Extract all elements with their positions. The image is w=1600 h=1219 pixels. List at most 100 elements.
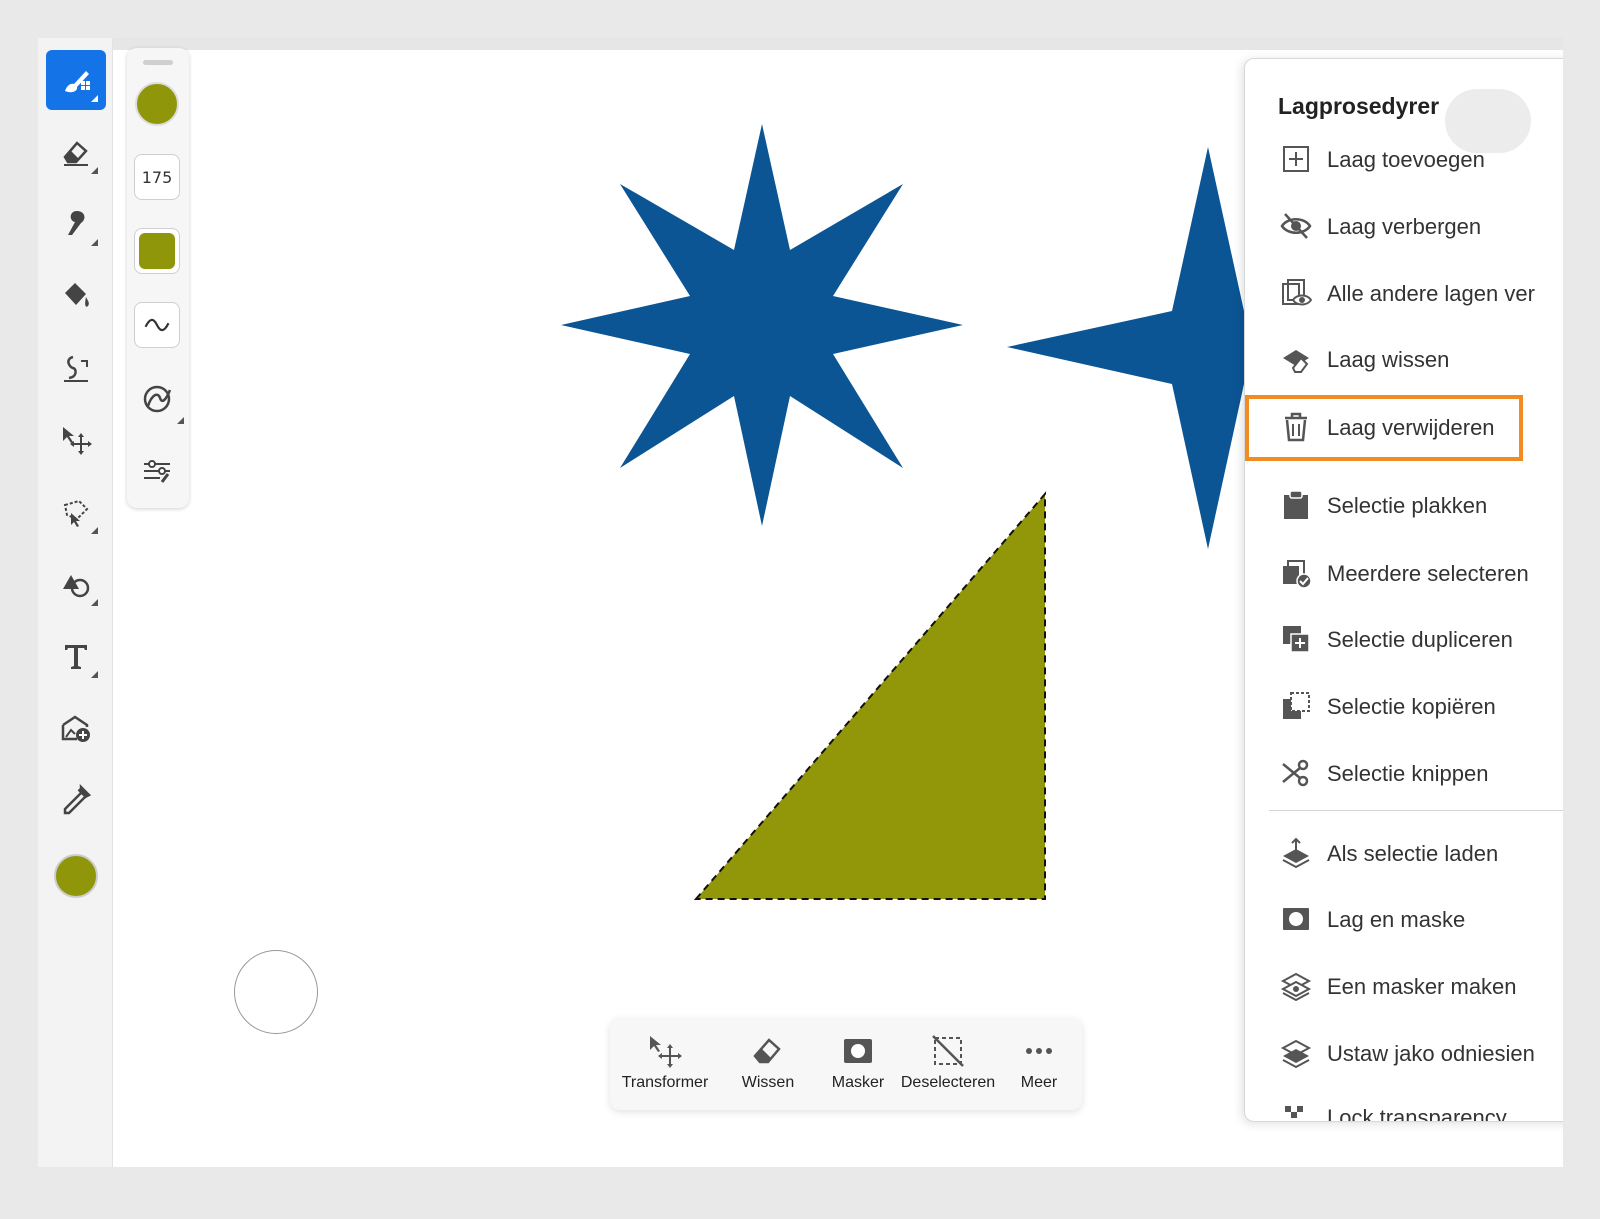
contextual-taskbar: Transformer Wissen Masker Deselecteren M… — [610, 1018, 1082, 1110]
shape-tool-button[interactable] — [46, 554, 106, 614]
brush-settings-panel: 175 — [127, 48, 189, 508]
menu-item-copy-selection[interactable]: Selectie kopiëren — [1245, 674, 1563, 740]
load-selection-icon — [1282, 837, 1310, 869]
transform-icon — [650, 1036, 682, 1068]
submenu-indicator — [177, 417, 184, 424]
more-button[interactable]: Meer — [1002, 1018, 1076, 1110]
submenu-indicator — [91, 527, 98, 534]
mask-label: Masker — [831, 1074, 885, 1091]
menu-item-cut-selection[interactable]: Selectie knippen — [1245, 741, 1563, 807]
fill-tool-button[interactable] — [46, 266, 106, 326]
add-image-tool-button[interactable] — [46, 698, 106, 758]
app-frame: 175 Transformer Wissen Masker Deselecter… — [38, 38, 1563, 1167]
submenu-indicator — [91, 167, 98, 174]
brush-color-circle[interactable] — [135, 82, 179, 126]
layer-actions-menu: Lagprosedyrer Laag toevoegen Laag verber… — [1244, 58, 1563, 1122]
brush-tool-button[interactable] — [46, 50, 106, 110]
menu-item-clear-layer[interactable]: Laag wissen — [1245, 327, 1563, 393]
menu-separator — [1269, 810, 1563, 811]
brush-pressure-button[interactable] — [134, 376, 184, 424]
highlight-box — [1245, 395, 1523, 461]
shape-tool-icon — [63, 575, 90, 598]
brush-size-field[interactable]: 175 — [134, 154, 180, 200]
lasso-tool-button[interactable] — [46, 482, 106, 542]
eyedropper-tool-icon — [63, 783, 92, 815]
color-swatch-button[interactable] — [46, 846, 106, 906]
brush-tool-icon — [65, 71, 90, 93]
menu-item-label: Selectie plakken — [1327, 493, 1488, 518]
submenu-indicator — [91, 599, 98, 606]
menu-item-label: Laag toevoegen — [1327, 147, 1485, 172]
move-tool-button[interactable] — [46, 410, 106, 470]
add-image-tool-icon — [61, 715, 90, 742]
eight-point-star-shape[interactable] — [561, 124, 963, 526]
menu-item-lock-transparency[interactable]: Lock transparency — [1245, 1085, 1563, 1122]
deselect-button[interactable]: Deselecteren — [898, 1018, 998, 1110]
panel-grip-handle[interactable] — [143, 60, 173, 65]
make-mask-icon — [1280, 972, 1312, 1002]
transform-button[interactable]: Transformer — [616, 1018, 714, 1110]
menu-item-label: Ustaw jako odniesien — [1327, 1041, 1535, 1066]
more-dots-icon — [1026, 1048, 1052, 1054]
liquify-tool-button[interactable] — [46, 338, 106, 398]
lasso-selection-tool-icon — [63, 499, 89, 527]
sliders-icon — [144, 460, 170, 483]
copy-selection-icon — [1283, 692, 1310, 719]
paste-icon — [1284, 490, 1308, 519]
submenu-indicator — [91, 239, 98, 246]
menu-item-label: Laag verbergen — [1327, 214, 1482, 239]
eraser-tool-icon — [63, 141, 88, 166]
menu-item-hide-layer[interactable]: Laag verbergen — [1245, 194, 1563, 260]
brush-cursor-circle — [234, 950, 318, 1034]
brush-opacity-swatch[interactable] — [134, 228, 180, 274]
text-tool-icon — [65, 645, 87, 669]
duplicate-icon — [1283, 626, 1310, 653]
color-swatch — [54, 854, 98, 898]
opacity-swatch-fill — [139, 233, 175, 269]
menu-item-label: Lag en maske — [1327, 907, 1466, 932]
hide-other-layers-icon — [1282, 279, 1313, 306]
menu-item-duplicate-selection[interactable]: Selectie dupliceren — [1245, 607, 1563, 673]
fill-tool-icon — [65, 283, 89, 307]
transform-label: Transformer — [621, 1074, 709, 1091]
menu-item-set-as-reference[interactable]: Ustaw jako odniesien — [1245, 1021, 1563, 1087]
menu-item-select-multiple[interactable]: Meerdere selecteren — [1245, 541, 1563, 607]
menu-item-layer-and-mask[interactable]: Lag en maske — [1245, 887, 1563, 953]
selected-triangle-shape[interactable] — [693, 491, 1046, 900]
clear-label: Wissen — [741, 1074, 795, 1091]
smudge-tool-button[interactable] — [46, 194, 106, 254]
menu-item-label: Als selectie laden — [1327, 841, 1499, 866]
menu-item-label: Selectie knippen — [1327, 761, 1489, 786]
mask-icon — [1283, 908, 1309, 930]
pressure-icon — [143, 385, 172, 413]
menu-item-label: Een masker maken — [1327, 974, 1517, 999]
top-strip — [113, 38, 1563, 50]
brush-size-value: 175 — [141, 167, 173, 187]
add-layer-icon — [1283, 146, 1309, 172]
clear-button[interactable]: Wissen — [722, 1018, 814, 1110]
mask-button[interactable]: Masker — [816, 1018, 900, 1110]
menu-item-label: Selectie dupliceren — [1327, 627, 1513, 652]
menu-item-make-mask[interactable]: Een masker maken — [1245, 954, 1563, 1020]
menu-item-paste-selection[interactable]: Selectie plakken — [1245, 473, 1563, 539]
wave-icon — [144, 318, 170, 332]
brush-smoothing-button[interactable] — [134, 302, 180, 348]
menu-item-label: Alle andere lagen ver — [1327, 281, 1535, 306]
menu-item-label: Meerdere selecteren — [1327, 561, 1529, 586]
eyedropper-tool-button[interactable] — [46, 770, 106, 830]
text-tool-button[interactable] — [46, 626, 106, 686]
menu-item-add-layer[interactable]: Laag toevoegen — [1245, 127, 1563, 193]
submenu-indicator — [91, 95, 98, 102]
scissors-icon — [1282, 759, 1309, 787]
brush-settings-button[interactable] — [134, 448, 180, 494]
menu-item-load-as-selection[interactable]: Als selectie laden — [1245, 821, 1563, 887]
eraser-tool-button[interactable] — [46, 122, 106, 182]
menu-title: Lagprosedyrer — [1278, 93, 1440, 119]
menu-item-label: Laag wissen — [1327, 347, 1450, 372]
menu-item-label: Lock transparency — [1327, 1105, 1507, 1122]
select-multiple-icon — [1283, 560, 1312, 589]
menu-item-hide-other-layers[interactable]: Alle andere lagen ver — [1245, 261, 1563, 327]
menu-item-label: Selectie kopiëren — [1327, 694, 1496, 719]
mask-icon — [844, 1039, 872, 1063]
smudge-tool-icon — [68, 211, 85, 235]
